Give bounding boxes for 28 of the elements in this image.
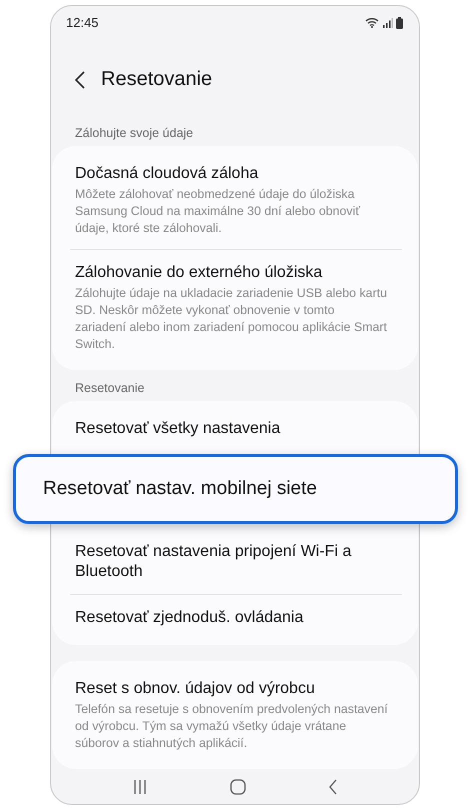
item-title: Resetovať nastav. mobilnej siete: [43, 479, 318, 500]
item-title: Dočasná cloudová záloha: [75, 164, 260, 184]
item-description: Telefón sa resetuje s obnovením predvolených nastavení od výrobcu. Tým sa vymažú všetky údaje vrátane súborov a stiahnutých aplikácií.: [75, 701, 388, 752]
battery-icon: [396, 16, 403, 29]
recent-apps-icon[interactable]: [132, 778, 148, 795]
item-title: Resetovať zjednoduš. ovládania: [75, 608, 304, 628]
item-title: Resetovať všetky nastavenia: [75, 419, 282, 440]
back-button[interactable]: [75, 70, 85, 89]
page-title: Resetovanie: [101, 68, 212, 92]
highlighted-menu-item[interactable]: Resetovať nastav. mobilnej siete: [13, 454, 458, 524]
item-description: Môžete zálohovať neobmedzené údaje do úložiska Samsung Cloud na maximálne 30 dní alebo obnoviť údaje, ktoré ste zálohovali.: [75, 186, 362, 238]
menu-item[interactable]: Dočasná cloudová záloha Môžete zálohovať neobmedzené údaje do úložiska Samsung Cloud na maximálne 30 dní alebo obnoviť údaje, ktoré ste zálohovali.: [52, 152, 418, 248]
section-label: Resetovanie: [74, 380, 146, 398]
menu-item[interactable]: Resetovať zjednoduš. ovládania: [52, 596, 418, 640]
menu-item[interactable]: Resetovať všetky nastavenia: [52, 407, 418, 450]
item-description: Zálohujte údaje na ukladacie zariadenie USB alebo kartu SD. Neskôr môžete vykonať obnovenie v tomto zariadení alebo inom zariadení pomocou aplikácie Smart Switch.: [75, 285, 388, 354]
menu-item[interactable]: Reset s obnov. údajov od výrobcu Telefón sa resetuje s obnovením predvolených nastavení od výrobcu. Tým sa vymažú všetky údaje vrátane súborov a stiahnutých aplikácií.: [52, 667, 418, 764]
menu-item[interactable]: Resetovať nastavenia pripojení Wi-Fi a Bluetooth: [52, 530, 418, 594]
item-title: Zálohovanie do externého úložiska: [75, 263, 324, 284]
back-icon[interactable]: [328, 778, 338, 795]
signal-icon: [383, 18, 393, 28]
home-icon[interactable]: [230, 778, 246, 795]
status-time: 12:45: [66, 15, 99, 30]
menu-item[interactable]: Zálohovanie do externého úložiska Zálohujte údaje na ukladacie zariadenie USB alebo kartu SD. Neskôr môžete vykonať obnovenie v tomto zariadení alebo inom zariadení pomocou aplikácie Smart Switch.: [52, 251, 418, 364]
item-title: Reset s obnov. údajov od výrobcu: [75, 679, 316, 700]
wifi-icon: [365, 17, 380, 28]
section-label: Zálohujte svoje údaje: [74, 125, 194, 142]
item-title: Resetovať nastavenia pripojení Wi-Fi a Bluetooth: [75, 542, 352, 582]
